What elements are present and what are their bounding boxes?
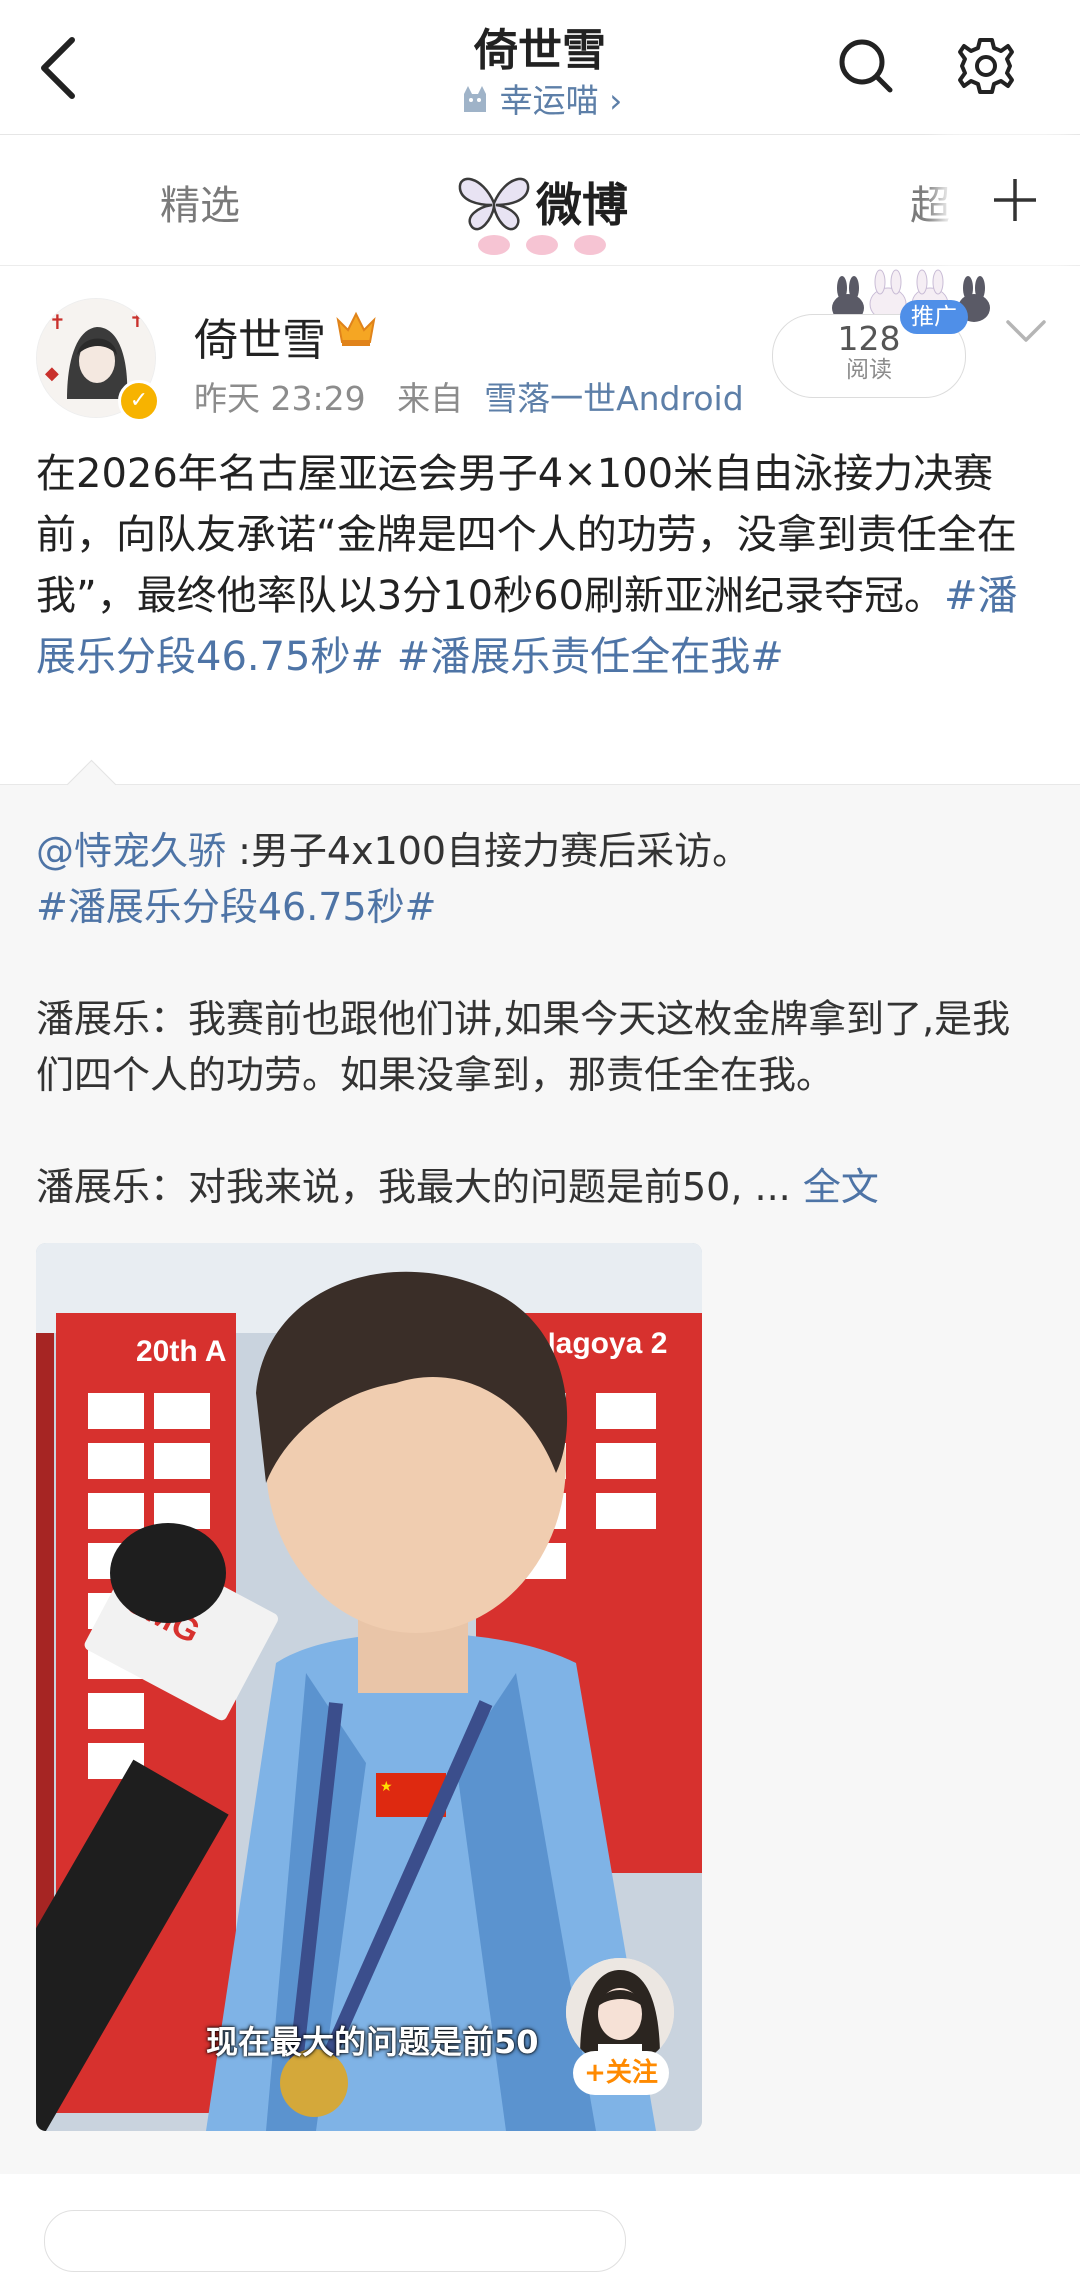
post-source[interactable]: 雪落一世Android bbox=[484, 379, 744, 418]
svg-text:✝: ✝ bbox=[129, 308, 146, 332]
bottom-pill[interactable] bbox=[44, 2210, 626, 2272]
tab-super[interactable]: 超 bbox=[910, 173, 950, 231]
repost-notch bbox=[66, 759, 117, 810]
bottom-area bbox=[0, 2174, 1080, 2272]
post-from-label: 来自 bbox=[397, 379, 464, 418]
plus-icon bbox=[994, 179, 1036, 221]
mention-link[interactable]: @恃宠久骄 bbox=[36, 829, 226, 873]
paw-decoration-icon bbox=[478, 235, 606, 255]
svg-text:◆: ◆ bbox=[45, 363, 59, 384]
hashtag-link[interactable]: #潘展乐责任全在我# bbox=[397, 634, 784, 680]
page-title: 倚世雪 bbox=[474, 25, 606, 76]
tab-weibo[interactable]: 微博 bbox=[536, 169, 628, 235]
board-text-left: 20th A bbox=[136, 1335, 227, 1368]
streamer-avatar[interactable] bbox=[566, 1958, 674, 2066]
repost-text: @恃宠久骄 :男子4x100自接力赛后采访。 #潘展乐分段46.75秒# 潘展乐… bbox=[36, 823, 1046, 1215]
post-body: 在2026年名古屋亚运会男子4×100米自由泳接力决赛前，向队友承诺“金牌是四个… bbox=[36, 451, 1017, 619]
reposted-content[interactable]: @恃宠久骄 :男子4x100自接力赛后采访。 #潘展乐分段46.75秒# 潘展乐… bbox=[0, 759, 1080, 2175]
repost-lead: :男子4x100自接力赛后采访。 bbox=[238, 829, 751, 873]
hashtag-link[interactable]: #潘展乐分段46.75秒# bbox=[36, 885, 436, 929]
post-meta: 昨天 23:29 来自 雪落一世Android bbox=[194, 372, 744, 420]
subtitle-link[interactable]: 幸运喵 › bbox=[0, 74, 1080, 122]
promote-badge[interactable]: 推广 bbox=[900, 300, 968, 334]
read-label: 阅读 bbox=[846, 357, 892, 383]
post-text: 在2026年名古屋亚运会男子4×100米自由泳接力决赛前，向队友承诺“金牌是四个… bbox=[36, 444, 1046, 688]
repost-paragraph: 潘展乐：对我来说，我最大的问题是前50, ... bbox=[36, 1165, 803, 1209]
post-time: 昨天 23:29 bbox=[194, 379, 366, 418]
butterfly-icon bbox=[458, 177, 530, 231]
top-bar: 倚世雪 幸运喵 › bbox=[0, 0, 1080, 135]
full-text-link[interactable]: 全文 bbox=[803, 1165, 879, 1209]
verified-badge-icon: ✓ bbox=[118, 380, 160, 422]
cat-icon bbox=[463, 86, 486, 112]
gear-icon[interactable] bbox=[954, 34, 1018, 98]
add-tab-button[interactable] bbox=[950, 135, 1080, 265]
subtitle-text: 幸运喵 › bbox=[499, 81, 623, 120]
follow-button[interactable]: +关注 bbox=[573, 2051, 669, 2095]
chevron-down-icon[interactable] bbox=[1004, 316, 1048, 346]
svg-text:★: ★ bbox=[380, 1779, 393, 1795]
tab-featured[interactable]: 精选 bbox=[160, 173, 240, 231]
repost-paragraph: 潘展乐：我赛前也跟他们讲,如果今天这枚金牌拿到了,是我们四个人的功劳。如果没拿到… bbox=[36, 997, 1011, 1097]
svg-text:✝: ✝ bbox=[49, 310, 66, 334]
crown-badge-icon bbox=[336, 311, 376, 346]
tab-bar: 精选 微博 超 bbox=[0, 135, 1080, 266]
video-caption: 现在最大的问题是前50 bbox=[206, 2023, 539, 2061]
post-username[interactable]: 倚世雪 bbox=[194, 304, 326, 368]
streamer-avatar-image bbox=[566, 1958, 674, 2066]
search-icon[interactable] bbox=[834, 34, 898, 98]
video-thumbnail[interactable]: 20th A -Nagoya 2 ★ CMG bbox=[36, 1243, 702, 2131]
